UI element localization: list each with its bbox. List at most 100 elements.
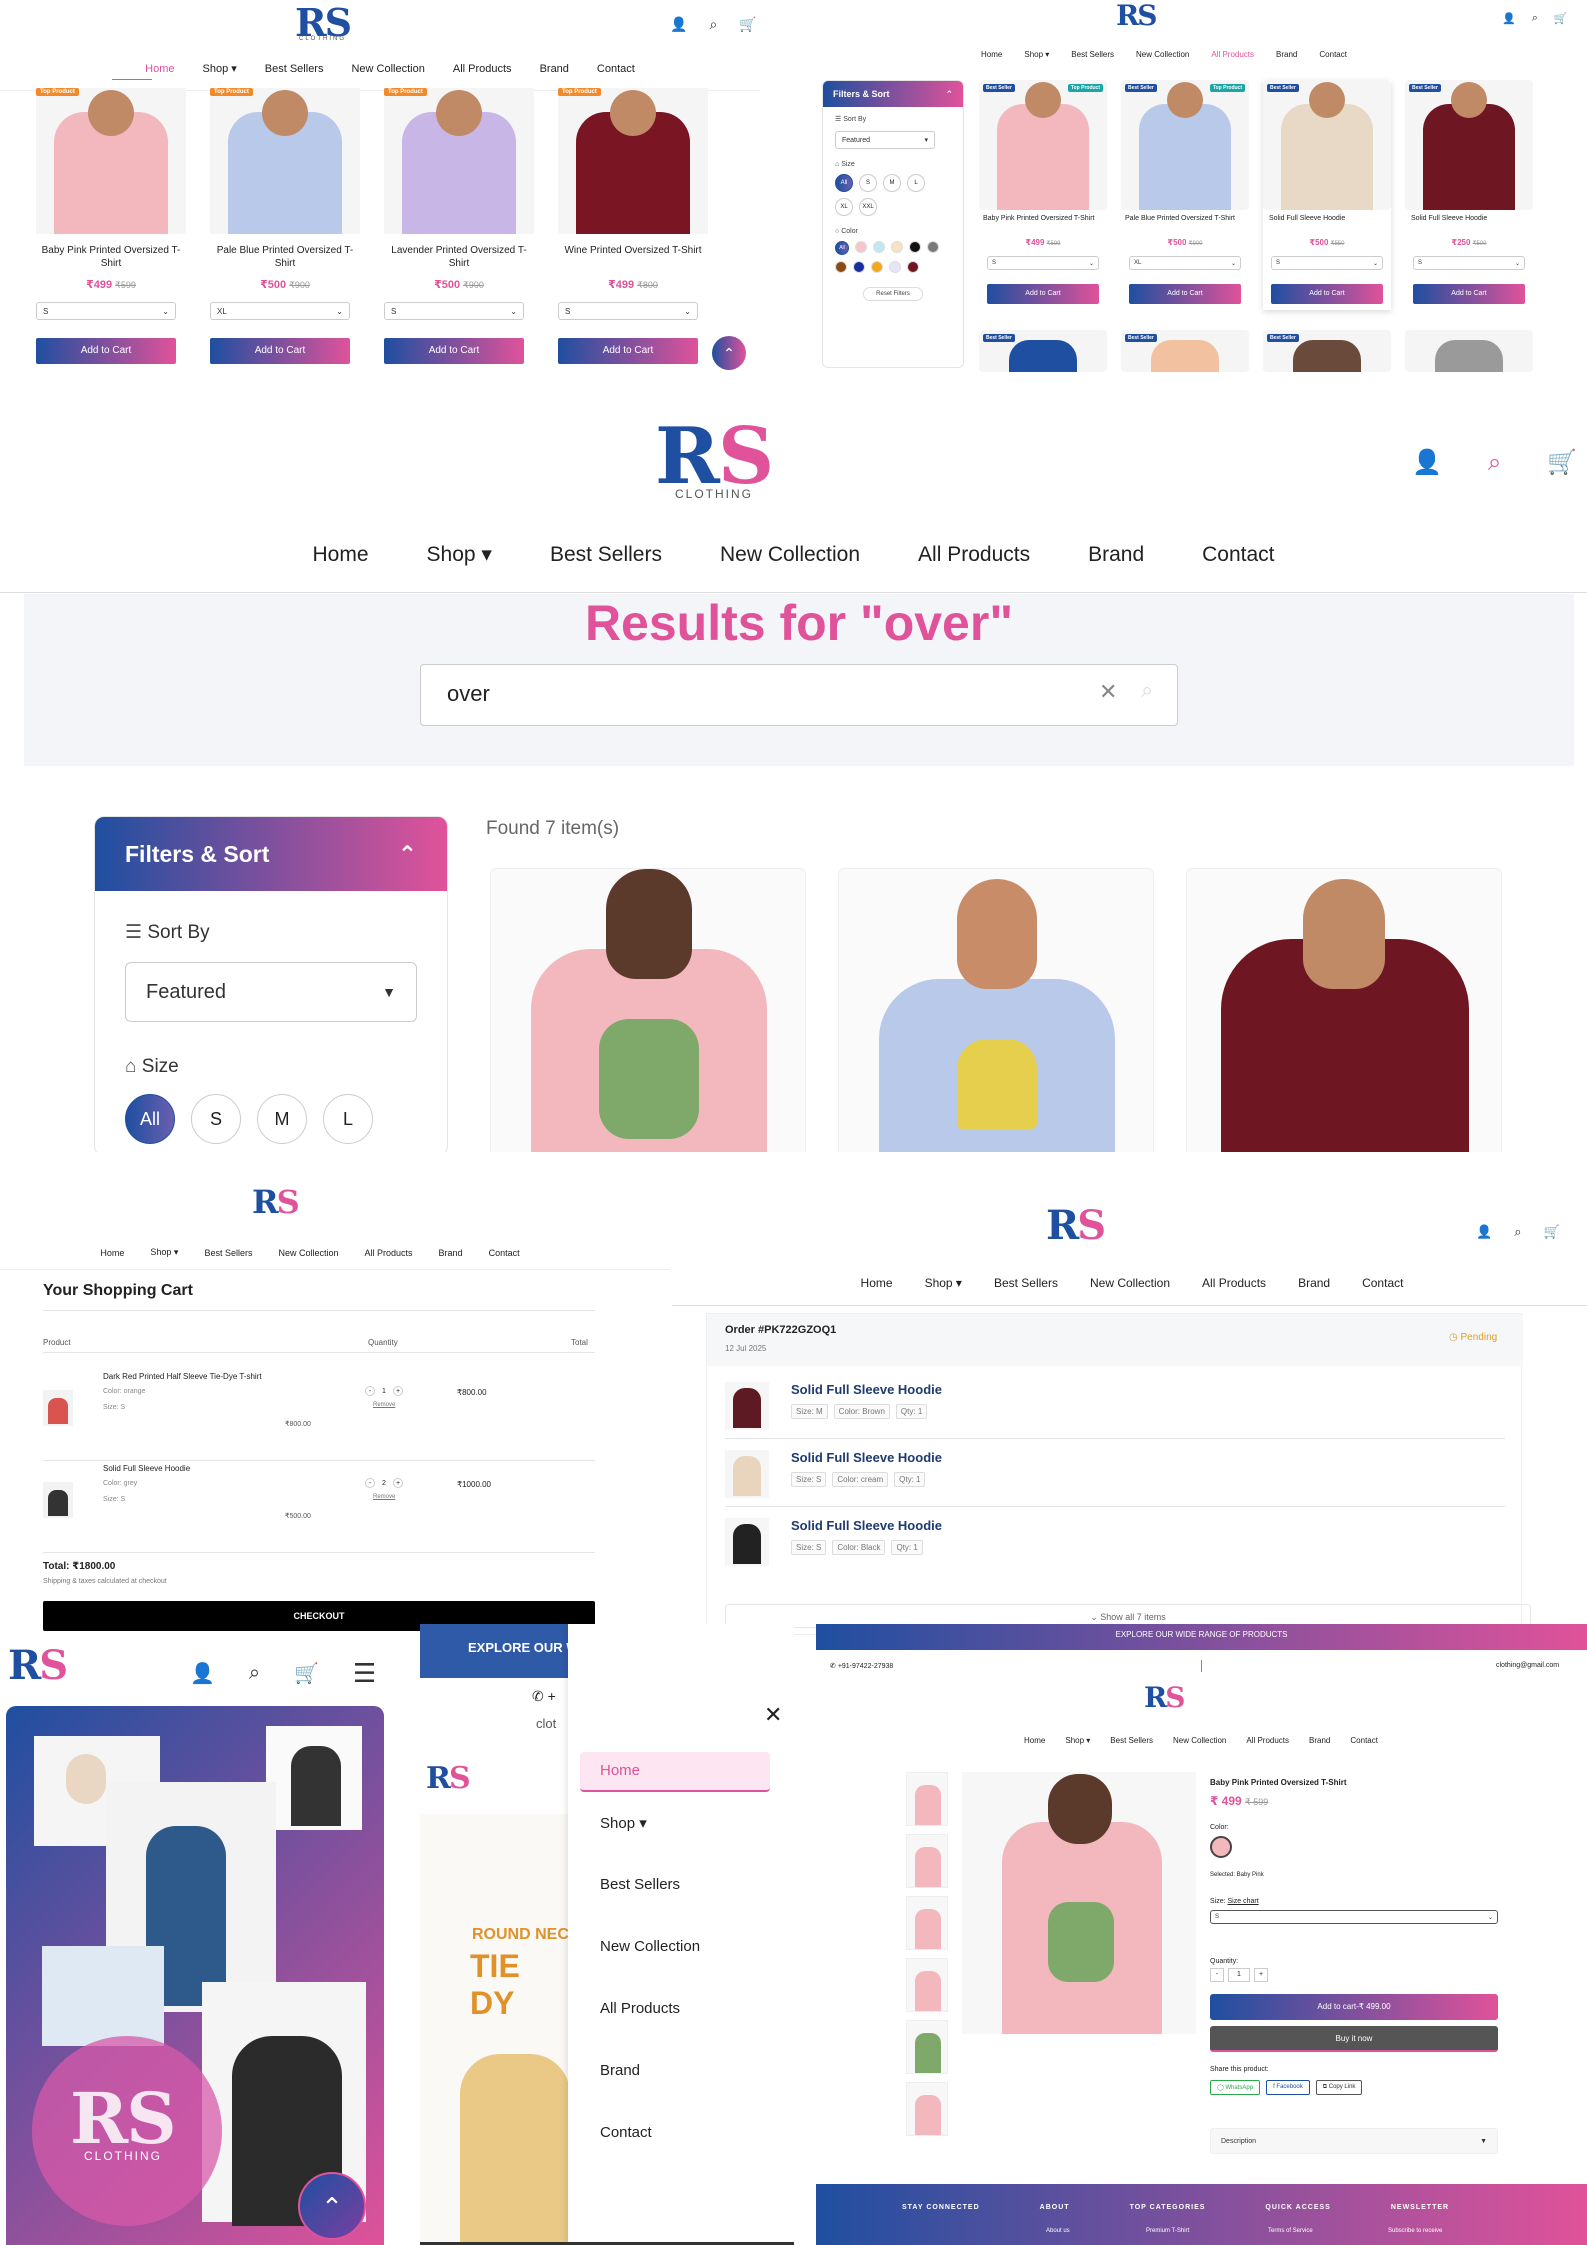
nav-shop[interactable]: Shop ▾ — [925, 1276, 962, 1290]
search-icon[interactable]: ⌕ — [1514, 1224, 1521, 1240]
nav-new-collection[interactable]: New Collection — [1173, 1736, 1226, 1745]
add-to-cart-button[interactable]: Add to Cart — [210, 338, 350, 364]
nav-best-sellers[interactable]: Best Sellers — [550, 543, 662, 567]
size-select[interactable]: S ⌄ — [1271, 256, 1383, 270]
nav-shop[interactable]: Shop ▾ — [203, 62, 237, 75]
logo[interactable]: RS CLOTHING — [295, 4, 352, 43]
quantity-value[interactable]: 1 — [1228, 1968, 1250, 1982]
nav-home[interactable]: Home — [981, 50, 1002, 59]
order-item-name[interactable]: Solid Full Sleeve Hoodie — [791, 1382, 942, 1397]
footer-link[interactable]: About us — [1046, 2228, 1070, 2234]
size-select[interactable]: S ⌄ — [558, 302, 698, 320]
increment-button[interactable]: + — [393, 1478, 403, 1488]
nav-home[interactable]: Home — [100, 1248, 124, 1258]
size-chip-all[interactable]: All — [125, 1094, 175, 1144]
nav-all-products[interactable]: All Products — [365, 1248, 413, 1258]
logo[interactable]: RS CLOTHING — [655, 418, 774, 501]
product-thumbnail[interactable] — [906, 2082, 948, 2136]
add-to-cart-button[interactable]: Add to Cart — [36, 338, 176, 364]
logo[interactable]: RS — [1144, 1684, 1186, 1712]
add-to-cart-button[interactable]: Add to Cart — [384, 338, 524, 364]
nav-contact[interactable]: Contact — [489, 1248, 520, 1258]
size-chip-xl[interactable]: XL — [835, 198, 853, 216]
order-item-name[interactable]: Solid Full Sleeve Hoodie — [791, 1450, 942, 1465]
logo[interactable]: RS — [8, 1646, 68, 1686]
drawer-item-contact[interactable]: Contact — [600, 2124, 652, 2141]
product-name[interactable]: Lavender Printed Oversized T-Shirt — [384, 244, 534, 270]
clear-icon[interactable]: ✕ — [1099, 679, 1117, 705]
size-chart-link[interactable]: Size chart — [1228, 1898, 1259, 1905]
order-item-thumb[interactable] — [725, 1382, 769, 1430]
product-card[interactable]: Top Product Pale Blue Printed Oversized T… — [210, 88, 360, 370]
filters-header[interactable]: Filters & Sort ⌃ — [95, 817, 447, 891]
order-item-thumb[interactable] — [725, 1450, 769, 1498]
size-chip-l[interactable]: L — [907, 174, 925, 192]
nav-shop[interactable]: Shop ▾ — [427, 542, 492, 567]
color-swatch[interactable] — [835, 261, 847, 273]
footer-link[interactable]: Subscribe to receive — [1388, 2228, 1442, 2234]
cart-icon[interactable]: 🛒 — [1554, 12, 1568, 25]
size-select[interactable]: XL ⌄ — [1129, 256, 1241, 270]
product-thumbnail[interactable] — [906, 1772, 948, 1826]
color-swatch[interactable] — [855, 241, 867, 253]
footer-link[interactable]: Terms of Service — [1268, 2228, 1313, 2234]
cart-item-thumb[interactable] — [43, 1390, 73, 1426]
add-to-cart-button[interactable]: Add to Cart — [558, 338, 698, 364]
cart-icon[interactable]: 🛒 — [739, 16, 756, 33]
product-card[interactable]: Top Product Lavender Printed Oversized T-… — [384, 88, 534, 370]
add-to-cart-button[interactable]: Add to Cart — [987, 284, 1099, 304]
scroll-top-button[interactable]: ⌃ — [298, 2172, 366, 2240]
add-to-cart-button[interactable]: Add to Cart — [1129, 284, 1241, 304]
reset-filters-button[interactable]: Reset Filters — [863, 287, 923, 301]
increment-button[interactable]: + — [393, 1386, 403, 1396]
buy-now-button[interactable]: Buy it now — [1210, 2026, 1498, 2052]
remove-link[interactable]: Remove — [373, 1494, 395, 1500]
logo[interactable]: RS — [1046, 1206, 1106, 1246]
nav-brand[interactable]: Brand — [439, 1248, 463, 1258]
product-card[interactable]: Best Seller — [979, 330, 1107, 372]
drawer-item-all-products[interactable]: All Products — [600, 2000, 680, 2017]
nav-contact[interactable]: Contact — [597, 63, 635, 75]
nav-new-collection[interactable]: New Collection — [278, 1248, 338, 1258]
logo[interactable]: RS — [426, 1764, 471, 1794]
size-chip-l[interactable]: L — [323, 1094, 373, 1144]
nav-all-products[interactable]: All Products — [1246, 1736, 1289, 1745]
nav-contact[interactable]: Contact — [1362, 1276, 1403, 1290]
product-thumbnail[interactable] — [906, 1834, 948, 1888]
hamburger-icon[interactable]: ☰ — [353, 1658, 376, 1689]
close-icon[interactable]: ✕ — [764, 1702, 782, 1728]
product-card[interactable]: Best Seller Top Product Pale Blue Printed … — [1121, 80, 1249, 310]
size-select[interactable]: S ⌄ — [1413, 256, 1525, 270]
facebook-share-button[interactable]: f Facebook — [1266, 2080, 1310, 2095]
nav-contact[interactable]: Contact — [1350, 1736, 1378, 1745]
nav-shop[interactable]: Shop ▾ — [1065, 1736, 1090, 1745]
user-icon[interactable]: 👤 — [190, 1661, 215, 1686]
quantity-value[interactable]: 1 — [379, 1388, 389, 1395]
quantity-value[interactable]: 2 — [379, 1480, 389, 1487]
result-card[interactable] — [838, 868, 1154, 1152]
product-thumbnail[interactable] — [906, 1896, 948, 1950]
search-icon[interactable]: ⌕ — [249, 1662, 260, 1685]
cart-icon[interactable]: 🛒 — [294, 1661, 319, 1686]
nav-brand[interactable]: Brand — [1298, 1276, 1330, 1290]
product-card[interactable]: Top Product Baby Pink Printed Oversized T… — [36, 88, 186, 370]
size-chip-s[interactable]: S — [859, 174, 877, 192]
nav-contact[interactable]: Contact — [1319, 50, 1347, 59]
nav-shop[interactable]: Shop ▾ — [1024, 50, 1049, 59]
nav-new-collection[interactable]: New Collection — [1090, 1276, 1170, 1290]
product-card[interactable]: Best Seller Solid Full Sleeve Hoodie ₹250 … — [1405, 80, 1533, 310]
size-select[interactable]: S ⌄ — [1210, 1910, 1498, 1924]
search-icon[interactable]: ⌕ — [709, 16, 717, 33]
color-swatch[interactable] — [909, 241, 921, 253]
copy-link-button[interactable]: ⧉ Copy Link — [1315, 2080, 1363, 2095]
user-icon[interactable]: 👤 — [1412, 448, 1442, 477]
result-card[interactable] — [1186, 868, 1502, 1152]
color-swatch[interactable] — [853, 261, 865, 273]
nav-best-sellers[interactable]: Best Sellers — [265, 63, 324, 75]
product-name[interactable]: Solid Full Sleeve Hoodie — [1269, 214, 1389, 223]
nav-all-products[interactable]: All Products — [1211, 50, 1254, 59]
nav-new-collection[interactable]: New Collection — [351, 63, 424, 75]
nav-new-collection[interactable]: New Collection — [1136, 50, 1189, 59]
nav-new-collection[interactable]: New Collection — [720, 543, 860, 567]
sort-select[interactable]: Featured ▼ — [125, 962, 417, 1022]
